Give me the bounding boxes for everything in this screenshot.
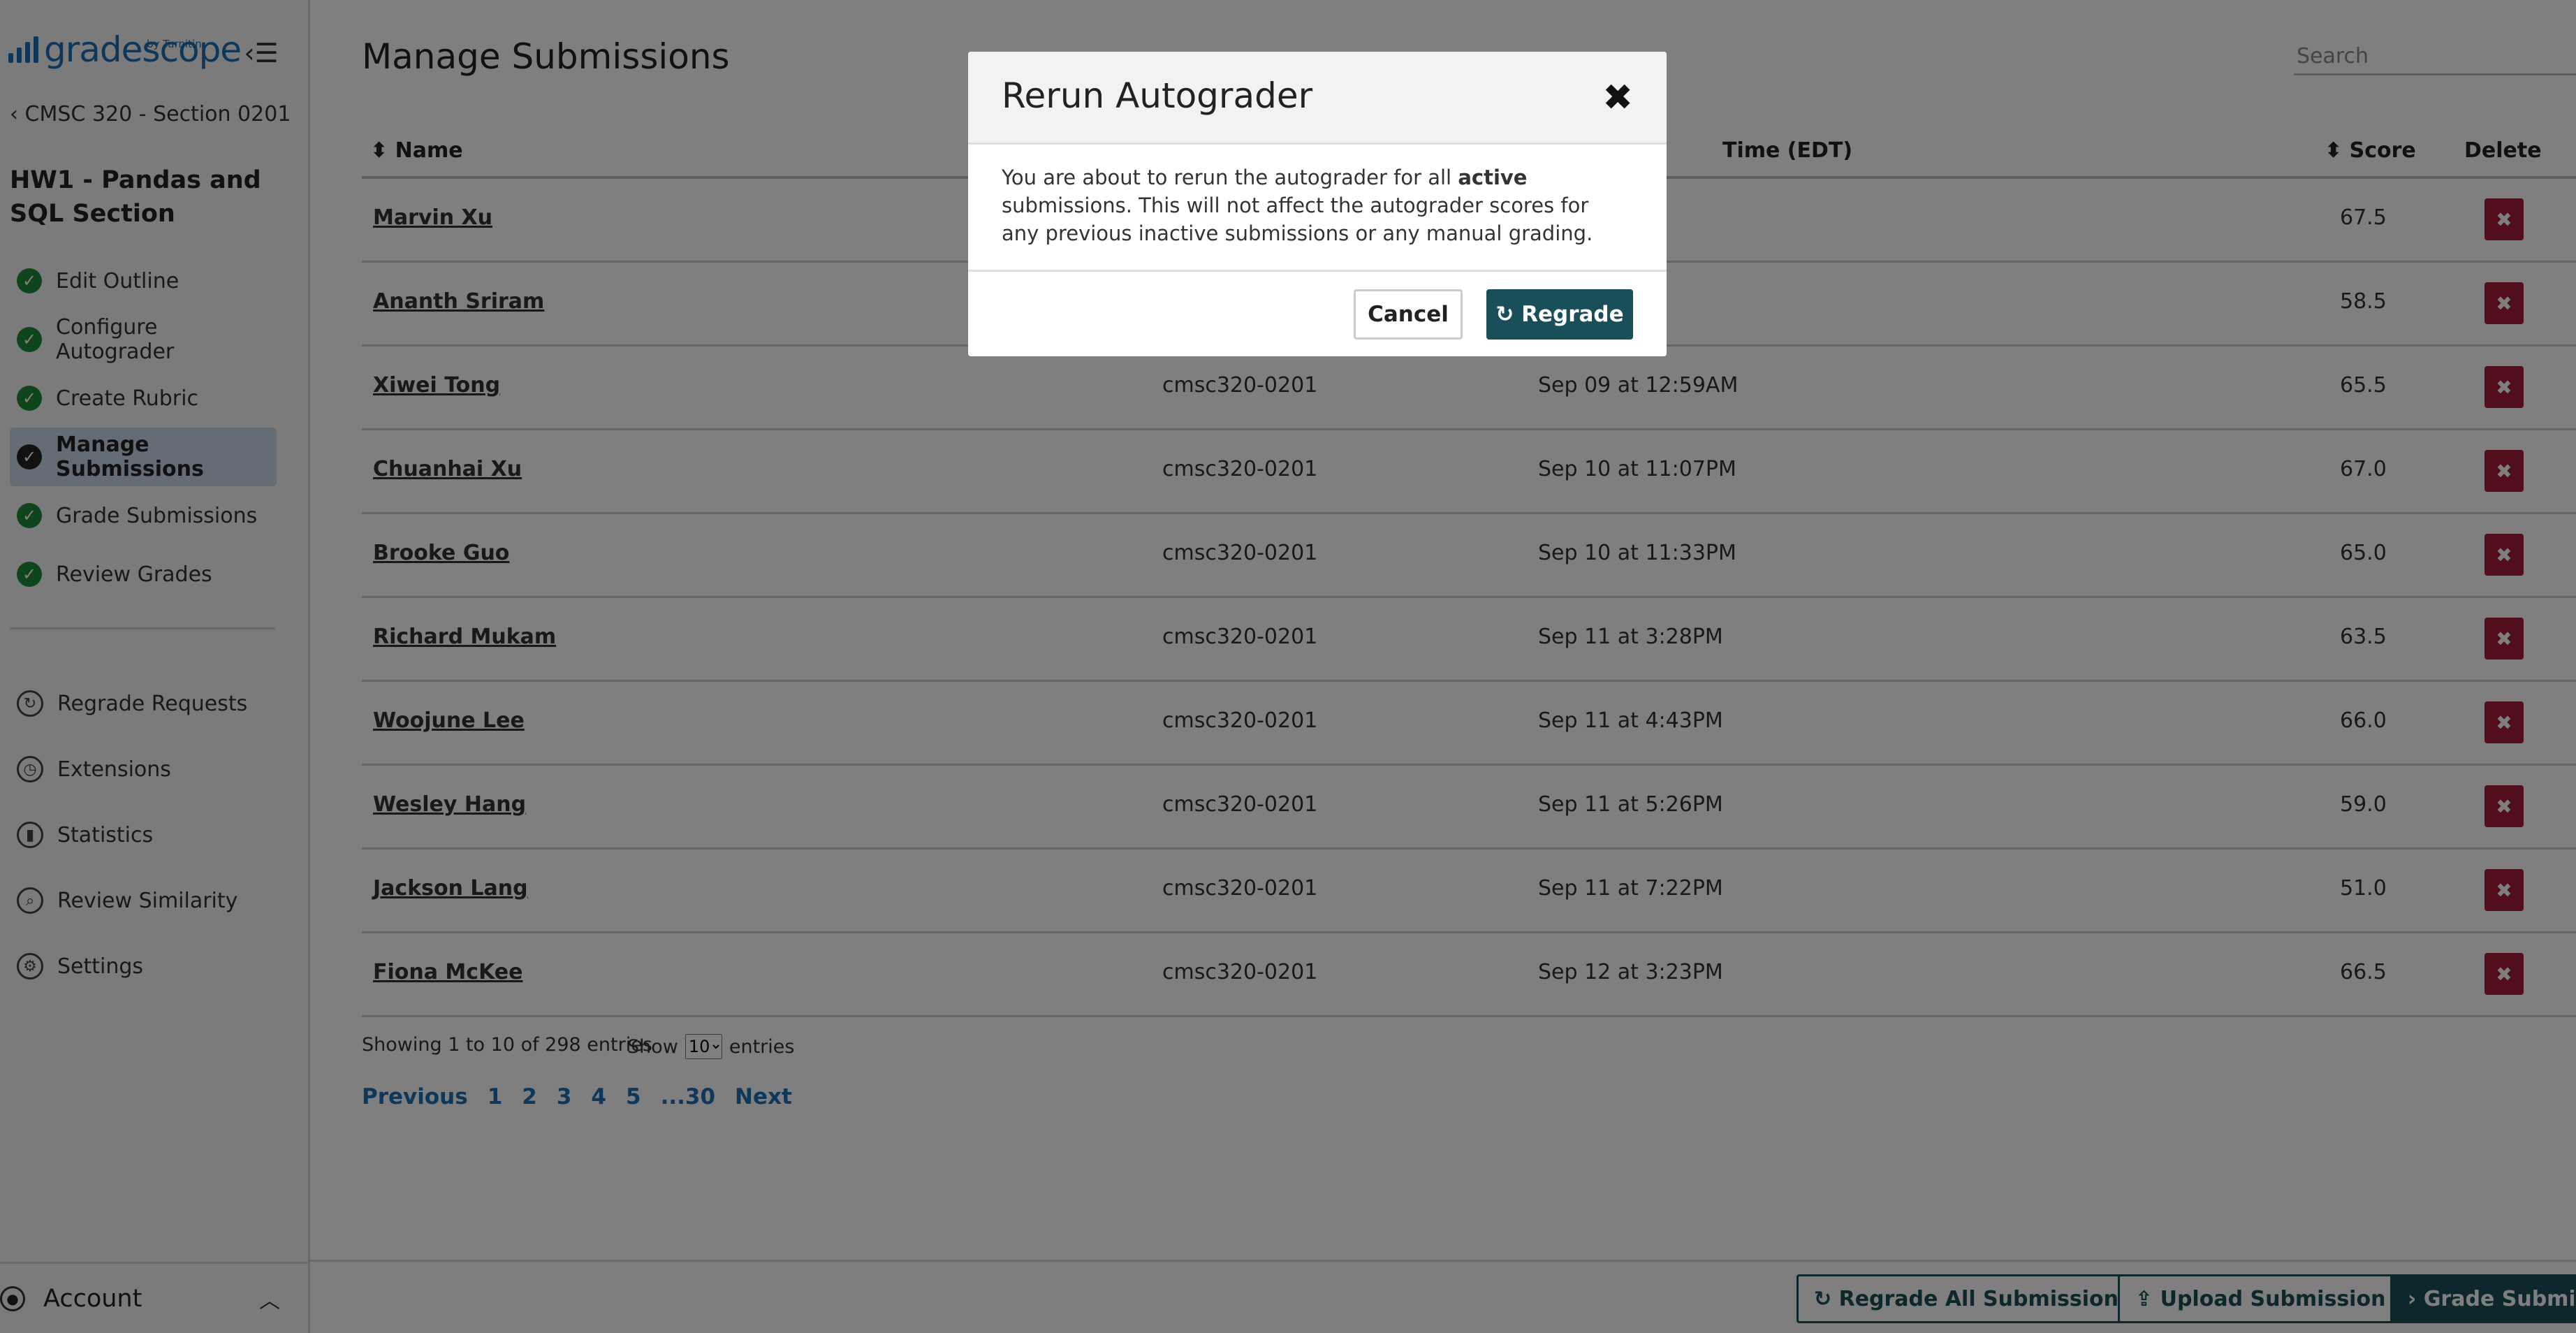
dialog-divider: [968, 270, 1667, 272]
message-emphasis: active: [1458, 166, 1528, 189]
refresh-icon: ↻: [1495, 302, 1522, 327]
close-icon[interactable]: ✖: [1602, 80, 1633, 116]
cancel-button[interactable]: Cancel: [1354, 289, 1463, 340]
rerun-autograder-dialog: Rerun Autograder ✖ You are about to reru…: [968, 52, 1667, 356]
message-end: submissions. This will not affect the au…: [1002, 194, 1593, 245]
app: gradescope by Turnitin ‹☰ ‹ CMSC 320 - S…: [0, 0, 2576, 1333]
regrade-button[interactable]: ↻ Regrade: [1486, 289, 1633, 340]
dialog-message: You are about to rerun the autograder fo…: [1002, 163, 1630, 247]
regrade-label: Regrade: [1521, 302, 1624, 327]
dialog-header: Rerun Autograder ✖: [968, 52, 1667, 145]
message-start: You are about to rerun the autograder fo…: [1002, 166, 1458, 189]
dialog-title: Rerun Autograder: [1002, 75, 1313, 116]
